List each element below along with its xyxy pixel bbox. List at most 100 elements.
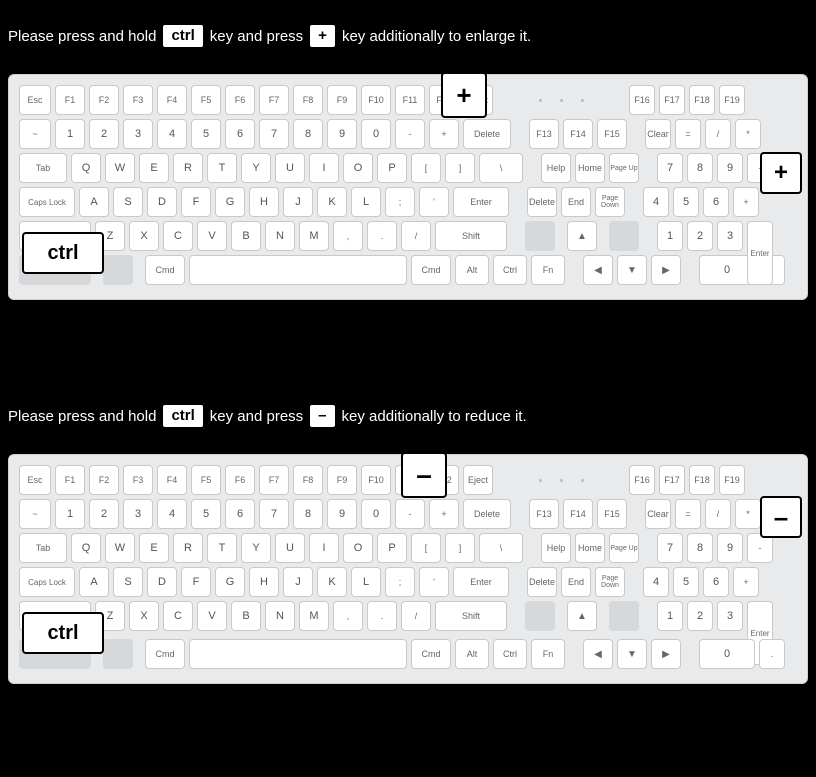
key-f18[interactable]: F18 (689, 85, 715, 115)
key-pageup[interactable]: Page Up (609, 153, 639, 183)
key-np9[interactable]: 9 (717, 533, 743, 563)
key-f1[interactable]: F1 (55, 85, 85, 115)
key-np2[interactable]: 2 (687, 221, 713, 251)
key-t[interactable]: T (207, 533, 237, 563)
key-p[interactable]: P (377, 533, 407, 563)
key-end[interactable]: End (561, 567, 591, 597)
key-9[interactable]: 9 (327, 119, 357, 149)
key-2[interactable]: 2 (89, 499, 119, 529)
key-1[interactable]: 1 (55, 499, 85, 529)
key-f6[interactable]: F6 (225, 465, 255, 495)
key-f14[interactable]: F14 (563, 499, 593, 529)
key-f7[interactable]: F7 (259, 85, 289, 115)
key-f19[interactable]: F19 (719, 85, 745, 115)
key-np1[interactable]: 1 (657, 221, 683, 251)
key-f1[interactable]: F1 (55, 465, 85, 495)
key-tilde[interactable]: ~ (19, 119, 51, 149)
key-f10[interactable]: F10 (361, 85, 391, 115)
key-d[interactable]: D (147, 567, 177, 597)
key-3[interactable]: 3 (123, 119, 153, 149)
key-down[interactable]: ▼ (617, 255, 647, 285)
key-6[interactable]: 6 (225, 119, 255, 149)
key-space[interactable] (189, 255, 407, 285)
key-np6[interactable]: 6 (703, 187, 729, 217)
key-f6[interactable]: F6 (225, 85, 255, 115)
key-np-dot[interactable]: . (759, 639, 785, 669)
key-np6[interactable]: 6 (703, 567, 729, 597)
key-f4[interactable]: F4 (157, 85, 187, 115)
key-cmd-right[interactable]: Cmd (411, 639, 451, 669)
key-pageup[interactable]: Page Up (609, 533, 639, 563)
key-f15[interactable]: F15 (597, 499, 627, 529)
key-lbracket[interactable]: [ (411, 533, 441, 563)
key-0[interactable]: 0 (361, 119, 391, 149)
key-dot[interactable]: . (367, 601, 397, 631)
key-slash[interactable]: / (401, 601, 431, 631)
key-capslock[interactable]: Caps Lock (19, 187, 75, 217)
key-8[interactable]: 8 (293, 499, 323, 529)
key-f11[interactable]: F11 (395, 85, 425, 115)
key-np4[interactable]: 4 (643, 567, 669, 597)
key-4[interactable]: 4 (157, 119, 187, 149)
key-mul[interactable]: * (735, 119, 761, 149)
key-home[interactable]: Home (575, 153, 605, 183)
key-np1[interactable]: 1 (657, 601, 683, 631)
key-b[interactable]: B (231, 221, 261, 251)
key-tilde[interactable]: ~ (19, 499, 51, 529)
key-o[interactable]: O (343, 153, 373, 183)
key-h[interactable]: H (249, 187, 279, 217)
key-q[interactable]: Q (71, 533, 101, 563)
key-rbracket[interactable]: ] (445, 533, 475, 563)
key-f10[interactable]: F10 (361, 465, 391, 495)
key-j[interactable]: J (283, 567, 313, 597)
key-n[interactable]: N (265, 221, 295, 251)
key-b[interactable]: B (231, 601, 261, 631)
key-backslash[interactable]: \ (479, 533, 523, 563)
key-np5[interactable]: 5 (673, 187, 699, 217)
key-cmd-left[interactable]: Cmd (145, 255, 185, 285)
key-f3[interactable]: F3 (123, 465, 153, 495)
key-backslash[interactable]: \ (479, 153, 523, 183)
key-right[interactable]: ▶ (651, 255, 681, 285)
key-l[interactable]: L (351, 567, 381, 597)
key-k[interactable]: K (317, 187, 347, 217)
key-np8[interactable]: 8 (687, 533, 713, 563)
key-f16[interactable]: F16 (629, 465, 655, 495)
key-shift-right[interactable]: Shift (435, 601, 507, 631)
key-right[interactable]: ▶ (651, 639, 681, 669)
key-f17[interactable]: F17 (659, 85, 685, 115)
key-f2[interactable]: F2 (89, 85, 119, 115)
key-6[interactable]: 6 (225, 499, 255, 529)
key-x[interactable]: X (129, 221, 159, 251)
key-f8[interactable]: F8 (293, 85, 323, 115)
key-eject[interactable]: Eject (463, 465, 493, 495)
key-help[interactable]: Help (541, 533, 571, 563)
key-a[interactable]: A (79, 567, 109, 597)
key-1[interactable]: 1 (55, 119, 85, 149)
key-np8[interactable]: 8 (687, 153, 713, 183)
key-7[interactable]: 7 (259, 119, 289, 149)
key-a[interactable]: A (79, 187, 109, 217)
key-clear[interactable]: Clear (645, 499, 671, 529)
key-div[interactable]: / (705, 499, 731, 529)
key-np-enter[interactable]: Enter (747, 221, 773, 285)
key-minus[interactable]: - (395, 499, 425, 529)
key-delete[interactable]: Delete (463, 119, 511, 149)
key-comma[interactable]: , (333, 221, 363, 251)
key-f[interactable]: F (181, 187, 211, 217)
key-comma[interactable]: , (333, 601, 363, 631)
key-np7[interactable]: 7 (657, 533, 683, 563)
key-l[interactable]: L (351, 187, 381, 217)
key-m[interactable]: M (299, 221, 329, 251)
key-fn[interactable]: Fn (531, 639, 565, 669)
key-np3[interactable]: 3 (717, 221, 743, 251)
key-j[interactable]: J (283, 187, 313, 217)
key-left[interactable]: ◀ (583, 639, 613, 669)
key-s[interactable]: S (113, 187, 143, 217)
key-i[interactable]: I (309, 533, 339, 563)
key-t[interactable]: T (207, 153, 237, 183)
key-f5[interactable]: F5 (191, 465, 221, 495)
key-v[interactable]: V (197, 221, 227, 251)
key-delete2[interactable]: Delete (527, 187, 557, 217)
key-f15[interactable]: F15 (597, 119, 627, 149)
